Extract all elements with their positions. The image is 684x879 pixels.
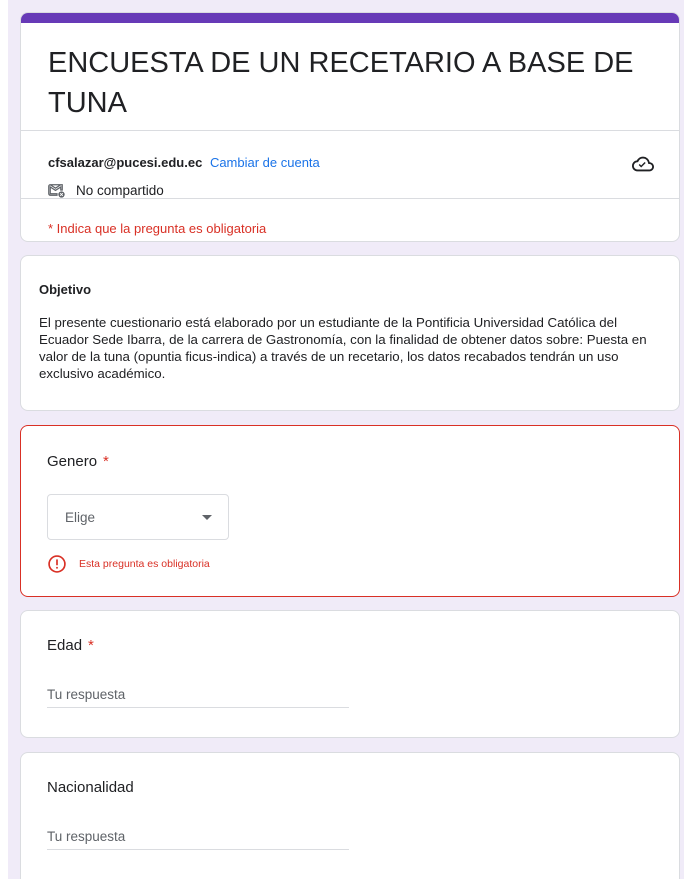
required-asterisk: *	[103, 453, 109, 470]
left-edge-strip	[0, 0, 8, 879]
question-genero-text: Genero	[47, 453, 98, 470]
genero-error-row: Esta pregunta es obligatoria	[47, 554, 210, 574]
objective-description: El presente cuestionario está elaborado …	[39, 315, 647, 381]
genero-dropdown[interactable]: Elige	[47, 494, 229, 540]
question-genero-label: Genero *	[47, 453, 109, 470]
form-title: ENCUESTA DE UN RECETARIO A BASE DE TUNA	[48, 47, 634, 119]
genero-dropdown-value: Elige	[65, 510, 96, 525]
mail-not-shared-icon	[48, 184, 65, 198]
question-edad-text: Edad	[47, 637, 83, 654]
required-note: * Indica que la pregunta es obligatoria	[48, 221, 267, 236]
share-status-text: No compartido	[76, 182, 164, 198]
account-email: cfsalazar@pucesi.edu.ec	[48, 155, 203, 170]
edad-answer-input[interactable]	[47, 681, 349, 708]
question-nacionalidad-label: Nacionalidad	[47, 779, 134, 796]
objective-section-card: Objetivo El presente cuestionario está e…	[20, 255, 680, 411]
form-header-card: ENCUESTA DE UN RECETARIO A BASE DE TUNA …	[20, 12, 680, 242]
objective-title: Objetivo	[39, 282, 92, 297]
switch-account-link[interactable]: Cambiar de cuenta	[210, 155, 320, 170]
dropdown-arrow-icon	[202, 515, 212, 520]
genero-error-message: Esta pregunta es obligatoria	[79, 558, 210, 570]
question-genero-card: Genero * Elige Esta pregunta es obligator…	[20, 425, 680, 597]
question-nacionalidad-text: Nacionalidad	[47, 779, 134, 796]
form-page: ENCUESTA DE UN RECETARIO A BASE DE TUNA …	[0, 0, 684, 879]
account-divider	[21, 198, 679, 199]
nacionalidad-answer-input[interactable]	[47, 823, 349, 850]
account-row: cfsalazar@pucesi.edu.ec Cambiar de cuent…	[48, 155, 320, 170]
header-divider	[21, 130, 679, 131]
question-edad-label: Edad *	[47, 637, 94, 654]
required-asterisk: *	[88, 637, 94, 654]
error-icon	[48, 555, 66, 573]
question-nacionalidad-card: Nacionalidad	[20, 752, 680, 879]
form-accent-bar	[21, 13, 679, 23]
share-status-row: No compartido	[48, 181, 164, 199]
cloud-saved-icon	[632, 156, 654, 172]
question-edad-card: Edad *	[20, 610, 680, 738]
